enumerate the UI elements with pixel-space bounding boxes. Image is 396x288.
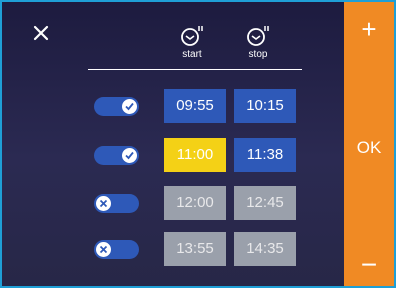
- start-time-2-selected[interactable]: 11:00: [164, 138, 226, 172]
- stop-column-header: stop: [228, 24, 288, 61]
- minus-button[interactable]: −: [344, 250, 394, 280]
- start-time-4[interactable]: 13:55: [164, 232, 226, 266]
- stop-time-4[interactable]: 14:35: [234, 232, 296, 266]
- start-label: start: [182, 49, 202, 60]
- stop-time-1[interactable]: 10:15: [234, 89, 296, 123]
- start-time-1[interactable]: 09:55: [164, 89, 226, 123]
- schedule-toggle-2[interactable]: [94, 146, 139, 165]
- start-column-header: start: [162, 24, 222, 61]
- schedule-toggle-3[interactable]: [94, 194, 139, 213]
- check-icon: [125, 151, 134, 160]
- toggle-knob: [122, 148, 137, 163]
- toggle-knob: [122, 99, 137, 114]
- x-icon: [99, 245, 108, 254]
- check-icon: [125, 102, 134, 111]
- schedule-toggle-4[interactable]: [94, 240, 139, 259]
- schedule-screen: start stop 09:55 10:15 11:00 11:38 12:00…: [2, 2, 344, 286]
- toggle-knob: [96, 196, 111, 211]
- start-timer-icon: [181, 26, 203, 46]
- stop-time-2[interactable]: 11:38: [234, 138, 296, 172]
- action-sidebar: + OK −: [344, 2, 394, 286]
- stop-timer-icon: [247, 26, 269, 46]
- start-time-3[interactable]: 12:00: [164, 186, 226, 220]
- schedule-toggle-1[interactable]: [94, 97, 139, 116]
- plus-button[interactable]: +: [344, 14, 394, 44]
- x-icon: [99, 199, 108, 208]
- stop-label: stop: [248, 49, 268, 60]
- toggle-knob: [96, 242, 111, 257]
- close-icon[interactable]: [32, 24, 50, 42]
- stop-time-3[interactable]: 12:45: [234, 186, 296, 220]
- ok-button[interactable]: OK: [344, 136, 394, 160]
- header-divider: [88, 69, 302, 70]
